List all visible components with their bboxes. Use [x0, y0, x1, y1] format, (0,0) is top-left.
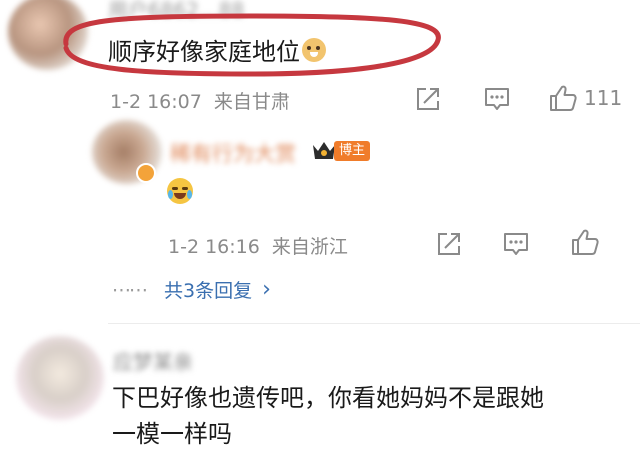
thumbs-up-icon [550, 85, 577, 111]
crying-laugh-emoji-icon [167, 178, 193, 204]
comment-username[interactable]: 应梦某亲 [113, 346, 193, 375]
more-replies-link[interactable]: ⋯⋯ 共3条回复 › [112, 276, 271, 303]
comment-text: 下巴好像也遗传吧，你看她妈妈不是跟她 一模一样吗 [112, 380, 544, 452]
share-icon [438, 233, 460, 255]
reply-share-button[interactable] [436, 231, 462, 257]
comment-text-line: 下巴好像也遗传吧，你看她妈妈不是跟她 [112, 384, 544, 412]
comment-icon [504, 233, 528, 255]
reply-like-button[interactable] [570, 228, 600, 256]
share-icon [417, 88, 439, 110]
chevron-right-icon: › [262, 277, 271, 302]
comment-time: 1-2 16:07 [110, 91, 202, 113]
divider [108, 323, 640, 324]
blogger-badge: 博主 [334, 141, 371, 161]
reply-time: 1-2 16:16 [168, 236, 260, 258]
reply-meta: 1-2 16:16 来自浙江 [168, 232, 348, 259]
reply-location: 来自浙江 [271, 236, 348, 258]
more-replies-dots: ⋯⋯ [112, 278, 148, 301]
like-button[interactable]: 111 [548, 84, 622, 112]
avatar[interactable] [16, 336, 104, 420]
comment-icon [485, 88, 509, 110]
comment-meta: 1-2 16:07 来自甘肃 [110, 87, 290, 114]
more-replies-label: 共3条回复 [164, 280, 253, 302]
reply-comment-button[interactable] [502, 231, 530, 257]
comment-text-line: 一模一样吗 [112, 420, 232, 448]
thumbs-up-icon [572, 229, 599, 255]
reply-username[interactable]: 稀有行为大赏 [170, 138, 296, 168]
verified-badge-icon [136, 163, 156, 183]
comment-location: 来自甘肃 [213, 91, 290, 113]
share-button[interactable] [415, 86, 441, 112]
doge-emoji-icon [302, 37, 326, 62]
like-count: 111 [584, 86, 623, 110]
comment-text: 顺序好像家庭地位 [108, 32, 326, 67]
comment-text-content: 顺序好像家庭地位 [108, 38, 300, 66]
reply-button[interactable] [483, 86, 511, 112]
